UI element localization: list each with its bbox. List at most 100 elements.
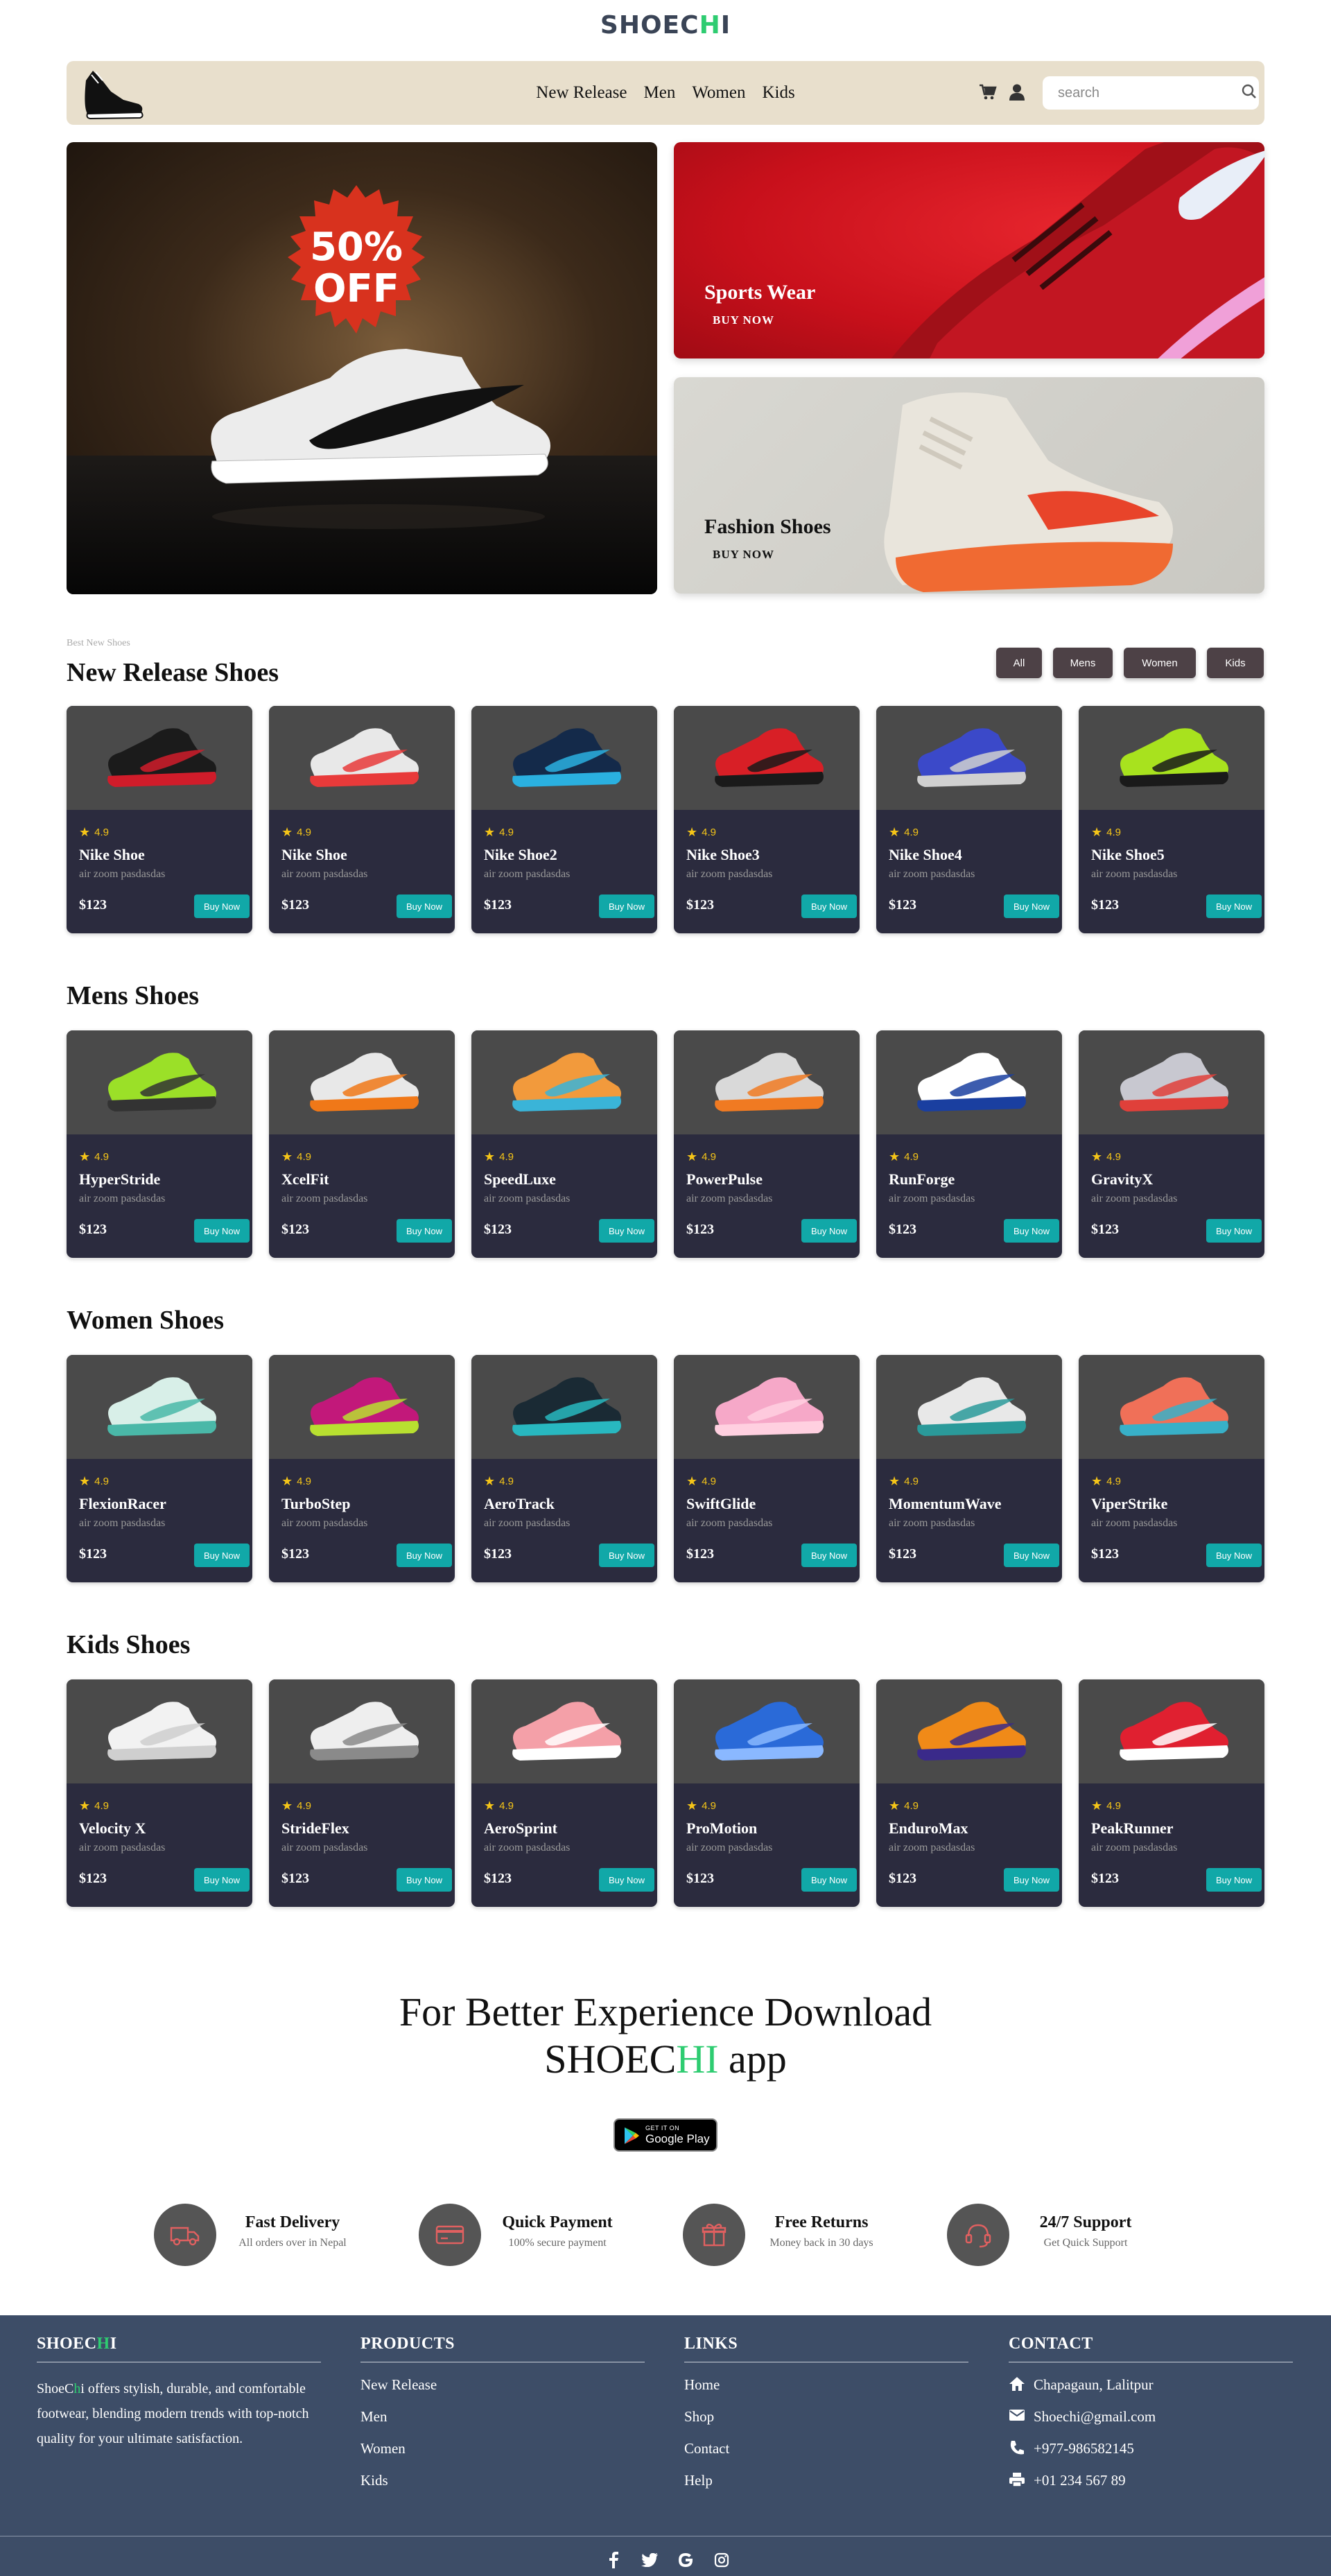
product-card-promotion[interactable]: ★ 4.9 ProMotion air zoom pasdasdas $123 Buy N…	[674, 1679, 860, 1907]
product-description: air zoom pasdasdas	[484, 868, 571, 880]
product-card-peakrunner[interactable]: ★ 4.9 PeakRunner air zoom pasdasdas $123 Buy …	[1079, 1679, 1264, 1907]
twitter-icon[interactable]	[639, 2550, 660, 2570]
buy-now-button[interactable]: Buy Now	[1206, 894, 1262, 918]
buy-now-button[interactable]: Buy Now	[801, 1219, 857, 1243]
filter-kids-button[interactable]: Kids	[1207, 648, 1264, 678]
buy-now-button[interactable]: Buy Now	[194, 1868, 250, 1892]
product-card-velocity-x[interactable]: ★ 4.9 Velocity X air zoom pasdasdas $123 Buy …	[67, 1679, 252, 1907]
product-card-xcelfit[interactable]: ★ 4.9 XcelFit air zoom pasdasdas $123 Buy Now	[269, 1030, 455, 1258]
product-card-flexionracer[interactable]: ★ 4.9 FlexionRacer air zoom pasdasdas $123 Bu…	[67, 1355, 252, 1582]
product-card-powerpulse[interactable]: ★ 4.9 PowerPulse air zoom pasdasdas $123 Buy …	[674, 1030, 860, 1258]
nav-men[interactable]: Men	[644, 83, 676, 103]
product-card-hyperstride[interactable]: ★ 4.9 HyperStride air zoom pasdasdas $123 Buy…	[67, 1030, 252, 1258]
nav-new-release[interactable]: New Release	[536, 83, 627, 103]
search-icon[interactable]	[1242, 84, 1257, 103]
product-card-turbostep[interactable]: ★ 4.9 TurboStep air zoom pasdasdas $123 Buy N…	[269, 1355, 455, 1582]
buy-now-button[interactable]: Buy Now	[1206, 1868, 1262, 1892]
buy-now-button[interactable]: Buy Now	[599, 1868, 654, 1892]
product-card-nike-shoe[interactable]: ★ 4.9 Nike Shoe air zoom pasdasdas $123 Buy N…	[67, 706, 252, 933]
buy-now-link[interactable]: BUY NOW	[713, 548, 774, 562]
product-card-nike-shoe3[interactable]: ★ 4.9 Nike Shoe3 air zoom pasdasdas $123 Buy …	[674, 706, 860, 933]
nav-women[interactable]: Women	[692, 83, 745, 103]
footer-link-home[interactable]: Home	[684, 2376, 968, 2408]
product-card-momentumwave[interactable]: ★ 4.9 MomentumWave air zoom pasdasdas $123 Bu…	[876, 1355, 1062, 1582]
product-description: air zoom pasdasdas	[281, 1193, 368, 1204]
filter-all-button[interactable]: All	[996, 648, 1042, 678]
product-card-nike-shoe[interactable]: ★ 4.9 Nike Shoe air zoom pasdasdas $123 Buy N…	[269, 706, 455, 933]
footer-link-women[interactable]: Women	[360, 2440, 645, 2472]
buy-now-button[interactable]: Buy Now	[1004, 894, 1059, 918]
user-icon[interactable]	[1007, 82, 1027, 103]
product-description: air zoom pasdasdas	[889, 1842, 975, 1853]
product-card-enduromax[interactable]: ★ 4.9 EnduroMax air zoom pasdasdas $123 Buy N…	[876, 1679, 1062, 1907]
product-card-runforge[interactable]: ★ 4.9 RunForge air zoom pasdasdas $123 Buy No…	[876, 1030, 1062, 1258]
buy-now-link[interactable]: BUY NOW	[713, 313, 774, 327]
cart-icon[interactable]	[977, 82, 998, 103]
buy-now-button[interactable]: Buy Now	[397, 894, 452, 918]
hero-banner-sale[interactable]: 50% OFF	[67, 142, 657, 594]
buy-now-button[interactable]: Buy Now	[397, 1544, 452, 1567]
rating-value: 4.9	[94, 1151, 109, 1163]
buy-now-button[interactable]: Buy Now	[1004, 1219, 1059, 1243]
shoe-image	[512, 728, 621, 787]
buy-now-button[interactable]: Buy Now	[397, 1219, 452, 1243]
product-name: FlexionRacer	[79, 1495, 166, 1512]
instagram-icon[interactable]	[711, 2550, 732, 2570]
buy-now-button[interactable]: Buy Now	[1206, 1219, 1262, 1243]
buy-now-button[interactable]: Buy Now	[194, 1219, 250, 1243]
google-icon[interactable]	[675, 2550, 696, 2570]
filter-mens-button[interactable]: Mens	[1053, 648, 1113, 678]
product-description: air zoom pasdasdas	[1091, 1517, 1178, 1529]
section-kicker: Best New Shoes	[67, 638, 130, 648]
buy-now-button[interactable]: Buy Now	[1206, 1544, 1262, 1567]
buy-now-button[interactable]: Buy Now	[1004, 1868, 1059, 1892]
badge-small-text: GET IT ON	[645, 2125, 680, 2132]
google-play-badge[interactable]: GET IT ON Google Play	[614, 2118, 717, 2152]
footer-link-shop[interactable]: Shop	[684, 2408, 968, 2440]
product-card-gravityx[interactable]: ★ 4.9 GravityX air zoom pasdasdas $123 Buy No…	[1079, 1030, 1264, 1258]
footer-link-new-release[interactable]: New Release	[360, 2376, 645, 2408]
buy-now-button[interactable]: Buy Now	[599, 1219, 654, 1243]
rating-value: 4.9	[1106, 1800, 1121, 1812]
product-card-strideflex[interactable]: ★ 4.9 StrideFlex air zoom pasdasdas $123 Buy …	[269, 1679, 455, 1907]
footer-link-men[interactable]: Men	[360, 2408, 645, 2440]
shoe-image	[917, 728, 1026, 787]
hero-card-sports-wear[interactable]: Sports Wear BUY NOW	[674, 142, 1264, 358]
credit-card-icon	[419, 2204, 481, 2266]
product-card-nike-shoe4[interactable]: ★ 4.9 Nike Shoe4 air zoom pasdasdas $123 Buy …	[876, 706, 1062, 933]
nav-kids[interactable]: Kids	[762, 83, 794, 103]
product-price: $123	[484, 897, 512, 913]
product-card-viperstrike[interactable]: ★ 4.9 ViperStrike air zoom pasdasdas $123 Buy…	[1079, 1355, 1264, 1582]
product-card-nike-shoe2[interactable]: ★ 4.9 Nike Shoe2 air zoom pasdasdas $123 Buy …	[471, 706, 657, 933]
product-name: Nike Shoe	[79, 846, 145, 863]
footer-link-contact[interactable]: Contact	[684, 2440, 968, 2472]
product-description: air zoom pasdasdas	[1091, 1842, 1178, 1853]
search-input[interactable]	[1058, 85, 1242, 101]
hero-card-fashion-shoes[interactable]: Fashion Shoes BUY NOW	[674, 377, 1264, 594]
product-price: $123	[484, 1546, 512, 1562]
product-card-nike-shoe5[interactable]: ★ 4.9 Nike Shoe5 air zoom pasdasdas $123 Buy …	[1079, 706, 1264, 933]
buy-now-button[interactable]: Buy Now	[1004, 1544, 1059, 1567]
buy-now-button[interactable]: Buy Now	[801, 1868, 857, 1892]
buy-now-button[interactable]: Buy Now	[194, 1544, 250, 1567]
feature-subtitle: Get Quick Support	[1043, 2237, 1128, 2249]
buy-now-button[interactable]: Buy Now	[194, 894, 250, 918]
product-name: Nike Shoe4	[889, 846, 962, 863]
product-card-aerosprint[interactable]: ★ 4.9 AeroSprint air zoom pasdasdas $123 Buy …	[471, 1679, 657, 1907]
buy-now-button[interactable]: Buy Now	[801, 1544, 857, 1567]
site-logo[interactable]: SHOECHI	[0, 11, 1331, 40]
product-card-speedluxe[interactable]: ★ 4.9 SpeedLuxe air zoom pasdasdas $123 Buy N…	[471, 1030, 657, 1258]
buy-now-button[interactable]: Buy Now	[599, 894, 654, 918]
buy-now-button[interactable]: Buy Now	[397, 1868, 452, 1892]
footer-link-help[interactable]: Help	[684, 2472, 968, 2504]
buy-now-button[interactable]: Buy Now	[801, 894, 857, 918]
mail-icon	[1009, 2410, 1025, 2421]
buy-now-button[interactable]: Buy Now	[599, 1544, 654, 1567]
footer-link-kids[interactable]: Kids	[360, 2472, 645, 2504]
facebook-icon[interactable]	[603, 2550, 624, 2570]
product-name: MomentumWave	[889, 1495, 1002, 1512]
product-card-swiftglide[interactable]: ★ 4.9 SwiftGlide air zoom pasdasdas $123 Buy …	[674, 1355, 860, 1582]
product-card-aerotrack[interactable]: ★ 4.9 AeroTrack air zoom pasdasdas $123 Buy N…	[471, 1355, 657, 1582]
filter-women-button[interactable]: Women	[1124, 648, 1196, 678]
product-image	[1079, 706, 1264, 810]
